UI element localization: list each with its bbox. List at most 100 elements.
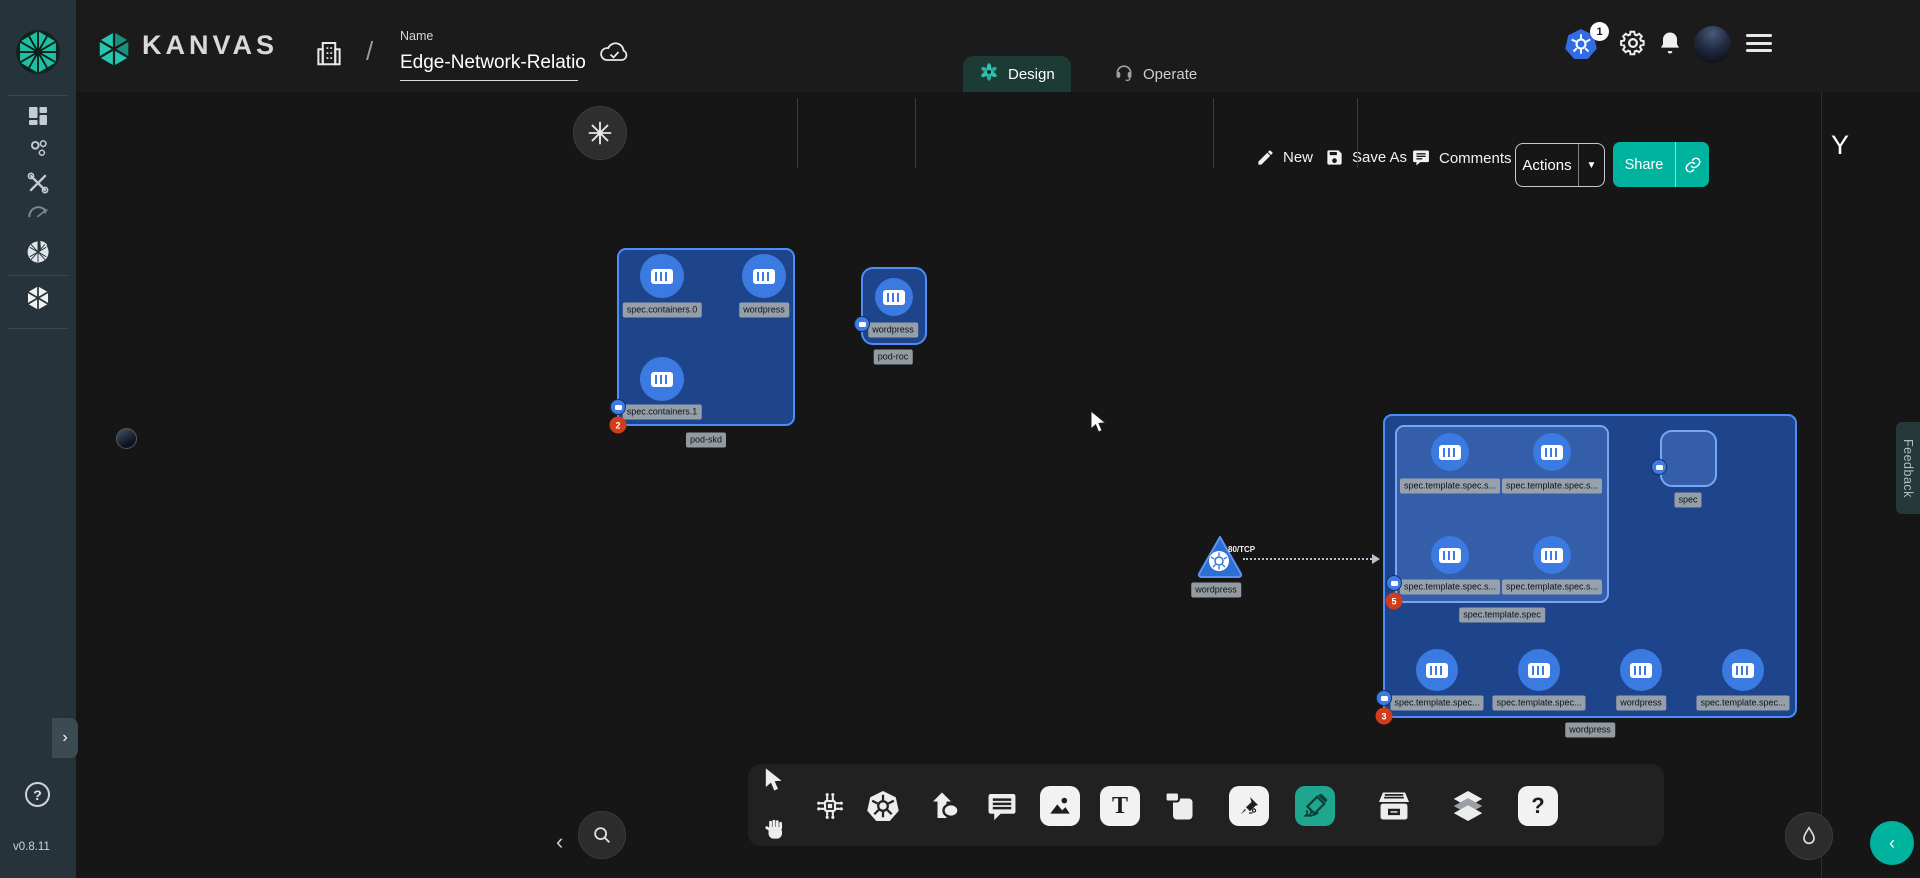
container-node[interactable] xyxy=(1533,536,1571,574)
container-node[interactable] xyxy=(640,254,684,298)
sidebar-item-extensions[interactable] xyxy=(24,238,52,266)
node-label: wordpress xyxy=(868,323,918,338)
actions-button[interactable]: Actions ▼ xyxy=(1515,143,1605,187)
collapse-right-chevron[interactable]: ‹ xyxy=(1870,821,1914,865)
container-node[interactable] xyxy=(1431,433,1469,471)
pod-status-badge xyxy=(610,399,626,415)
rail-divider xyxy=(8,328,68,329)
tab-design[interactable]: Design xyxy=(963,56,1071,92)
container-node[interactable] xyxy=(1722,649,1764,691)
pod-roc-label: pod-roc xyxy=(874,350,913,365)
layers-tool[interactable] xyxy=(1449,787,1487,825)
whiteboard-pen-tool-active[interactable] xyxy=(1295,786,1335,826)
save-as-button[interactable]: Save As xyxy=(1325,148,1407,167)
pod-status-badge xyxy=(1651,459,1667,475)
node-spec[interactable] xyxy=(1660,430,1717,487)
error-count-badge[interactable]: 5 xyxy=(1386,593,1403,610)
design-pen-tool[interactable] xyxy=(1229,786,1269,826)
copy-link-icon[interactable] xyxy=(1675,142,1709,187)
node-label: spec.template.spec... xyxy=(1492,696,1585,711)
zoom-button[interactable] xyxy=(578,811,626,859)
node-service-wordpress[interactable] xyxy=(1196,534,1244,585)
cursor-tool[interactable] xyxy=(761,766,787,794)
help-button[interactable]: ? xyxy=(25,782,50,807)
new-button-label: New xyxy=(1283,149,1313,166)
pod-status-badge xyxy=(854,316,870,332)
kubernetes-tool[interactable] xyxy=(865,788,901,824)
comment-tool[interactable] xyxy=(985,789,1019,823)
share-button[interactable]: Share xyxy=(1613,142,1709,187)
new-button[interactable]: New xyxy=(1256,148,1313,167)
k8s-context-count: 1 xyxy=(1590,22,1609,41)
container-node[interactable] xyxy=(1431,536,1469,574)
canvas-anchor-button[interactable] xyxy=(573,106,627,160)
flowchart-tool[interactable] xyxy=(813,789,847,823)
sidebar-item-lifecycle[interactable] xyxy=(24,134,52,162)
comments-button[interactable]: Comments xyxy=(1411,148,1512,168)
drawer-tool[interactable] xyxy=(1375,787,1413,825)
right-panel-divider xyxy=(1821,92,1822,878)
feedback-tab[interactable]: Feedback xyxy=(1896,422,1920,514)
node-label: spec.containers.0 xyxy=(623,303,702,318)
container-node[interactable] xyxy=(1620,649,1662,691)
service-edge[interactable] xyxy=(1243,558,1375,560)
user-avatar[interactable] xyxy=(1694,26,1731,63)
design-tab-icon xyxy=(979,62,999,86)
notifications-bell-icon[interactable] xyxy=(1656,29,1684,57)
error-count-badge[interactable]: 3 xyxy=(1376,708,1393,725)
actions-dropdown-caret[interactable]: ▼ xyxy=(1578,144,1604,186)
container-node[interactable] xyxy=(1416,649,1458,691)
container-node[interactable] xyxy=(640,357,684,401)
image-tool[interactable] xyxy=(1040,786,1080,826)
sidebar-item-performance[interactable] xyxy=(24,198,52,226)
rail-divider xyxy=(8,95,68,96)
deployment-label: wordpress xyxy=(1565,723,1615,738)
version-label: v0.8.11 xyxy=(13,841,50,853)
pan-hand-tool[interactable] xyxy=(762,817,788,843)
node-spec-template[interactable] xyxy=(1395,425,1609,603)
text-tool[interactable]: T xyxy=(1100,786,1140,826)
sidebar-item-dashboard[interactable] xyxy=(24,102,52,130)
organization-icon[interactable] xyxy=(314,38,344,68)
tab-operate[interactable]: Operate xyxy=(1098,56,1213,92)
design-name-input[interactable]: Edge-Network-Relatio xyxy=(400,52,586,74)
container-node[interactable] xyxy=(1518,649,1560,691)
kanvas-logo-icon[interactable] xyxy=(95,30,133,73)
tab-operate-label: Operate xyxy=(1143,66,1197,83)
service-port-label: 80/TCP xyxy=(1228,545,1255,554)
save-as-button-label: Save As xyxy=(1352,149,1407,166)
note-tool[interactable] xyxy=(1161,788,1197,824)
shapes-tool[interactable] xyxy=(927,788,963,824)
container-node[interactable] xyxy=(742,254,786,298)
pod-status-badge xyxy=(1386,575,1402,591)
node-label: spec.template.spec... xyxy=(1696,696,1789,711)
sidebar-item-kanvas[interactable] xyxy=(24,284,52,312)
hierarchy-panel-icon[interactable]: Y xyxy=(1831,130,1849,161)
design-name-label: Name xyxy=(400,29,433,43)
container-node[interactable] xyxy=(1533,433,1571,471)
sidebar-item-configuration[interactable] xyxy=(24,169,52,197)
dock-help-tool[interactable]: ? xyxy=(1518,786,1558,826)
node-label: spec.containers.1 xyxy=(623,405,702,420)
node-label: spec.template.spec... xyxy=(1390,696,1483,711)
menu-hamburger-icon[interactable] xyxy=(1746,34,1772,52)
collaborator-avatar xyxy=(116,428,137,449)
panel-expand-button[interactable]: › xyxy=(52,718,78,758)
error-count-badge[interactable]: 2 xyxy=(610,417,627,434)
feedback-label: Feedback xyxy=(1901,439,1915,498)
pod-status-badge xyxy=(1376,690,1392,706)
rail-divider xyxy=(8,275,68,276)
settings-gear-icon[interactable] xyxy=(1618,28,1648,58)
dock-collapse-chevron[interactable]: ‹ xyxy=(556,829,563,855)
meshery-logo-icon[interactable] xyxy=(13,27,63,82)
dock-divider xyxy=(915,98,916,168)
share-button-label: Share xyxy=(1613,157,1675,173)
container-node[interactable] xyxy=(875,278,913,316)
node-label: spec.template.spec.s... xyxy=(1502,479,1602,494)
node-label: wordpress xyxy=(1616,696,1666,711)
node-label: spec.template.spec.s... xyxy=(1400,479,1500,494)
design-canvas[interactable]: New Save As Comments Actions ▼ Share Y F… xyxy=(76,92,1920,878)
ink-drop-button[interactable] xyxy=(1785,812,1833,860)
spec-template-label: spec.template.spec xyxy=(1459,608,1545,623)
top-header: KANVAS / Name Edge-Network-Relatio 1 xyxy=(0,0,1920,92)
